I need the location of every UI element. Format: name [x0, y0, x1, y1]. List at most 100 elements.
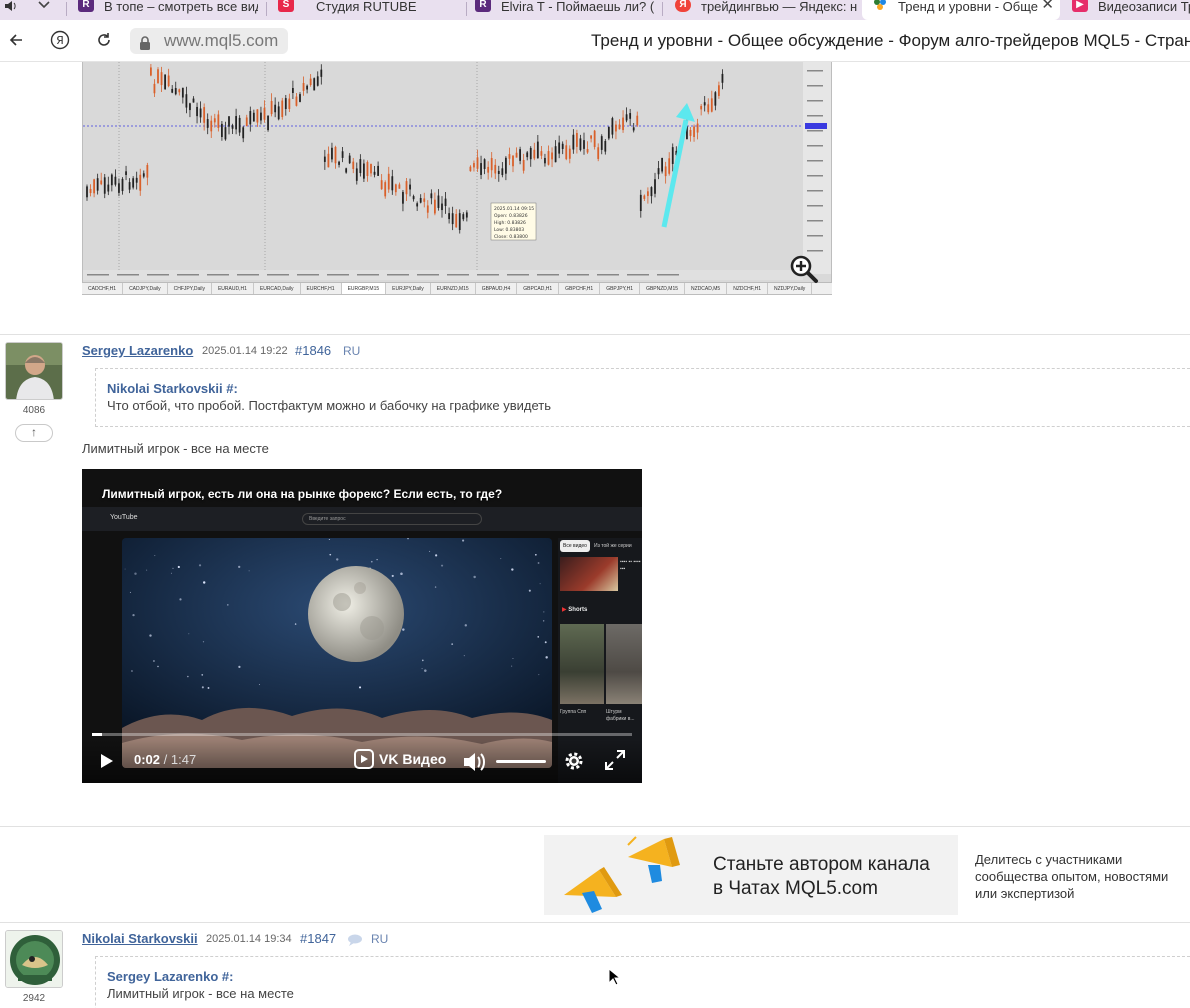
tab-vk-video[interactable]: ▶ Видеозаписи Тр — [1062, 0, 1190, 20]
mouse-cursor — [608, 967, 622, 991]
price-tick — [807, 190, 823, 192]
post-number-link[interactable]: #1846 — [295, 343, 331, 358]
candle-body — [579, 138, 582, 151]
volume-icon[interactable] — [462, 751, 486, 778]
candle-body — [536, 141, 539, 159]
candle-body — [597, 147, 600, 159]
volume-slider[interactable] — [496, 760, 546, 763]
tab-mql5-forum[interactable]: Тренд и уровни - Общее о ✕ — [862, 0, 1060, 20]
video-progress-bar[interactable] — [92, 733, 632, 736]
star — [400, 572, 403, 576]
avatar[interactable] — [5, 342, 63, 400]
youtube-logo: YouTube — [110, 514, 138, 521]
fullscreen-icon[interactable] — [604, 749, 626, 776]
post-number-link[interactable]: #1847 — [300, 931, 336, 946]
chart-symbol-tab[interactable]: EURCHF,H1 — [301, 283, 342, 294]
chart-symbol-tab[interactable]: GBPCHF,H1 — [559, 283, 601, 294]
chart-symbol-tab[interactable]: EURCAD,Daily — [254, 283, 301, 294]
star — [434, 586, 437, 588]
zoom-in-icon[interactable] — [789, 254, 819, 284]
post-author-link[interactable]: Sergey Lazarenko — [82, 343, 193, 358]
chart-screenshot[interactable]: 2025.01.14 09:15 Open: 0.83826 High: 0.838… — [82, 62, 832, 295]
chart-symbol-tab[interactable]: GBPNZD,M15 — [640, 283, 686, 294]
video-frame-caption: Группа Спп — [560, 709, 587, 715]
yandex-icon: Я — [675, 0, 691, 12]
chart-symbol-tab[interactable]: CADCHF,H1 — [82, 283, 124, 294]
video-player[interactable]: YouTube Введите запрос Лимитный игрок, е… — [82, 469, 642, 783]
browser-tab-strip: R В топе – смотреть все видео S Студия R… — [0, 0, 1190, 20]
play-button[interactable] — [98, 753, 114, 774]
tab-rutube-top[interactable]: R В топе – смотреть все видео — [68, 0, 258, 20]
forum-thread: 2025.01.14 09:15 Open: 0.83826 High: 0.838… — [0, 62, 1190, 1008]
post-divider — [0, 334, 1190, 335]
vk-video-logo[interactable]: VK Видео — [354, 749, 446, 769]
star — [227, 604, 229, 606]
yandex-browser-icon[interactable]: Я — [48, 28, 72, 52]
tab-list-chevron-icon[interactable] — [32, 0, 58, 20]
candle-body — [476, 157, 479, 169]
candle-body — [434, 199, 436, 214]
chart-symbol-tab[interactable]: NZDCHF,H1 — [727, 283, 768, 294]
audio-icon[interactable] — [0, 0, 28, 20]
candle-body — [157, 69, 159, 84]
candle-body — [174, 88, 177, 95]
chart-symbol-tab[interactable]: EURJPY,Daily — [386, 283, 431, 294]
chart-symbol-tab[interactable]: CADJPY,Daily — [123, 283, 168, 294]
candle-body — [199, 108, 202, 118]
chart-symbol-tab[interactable]: EURNZD,M15 — [431, 283, 476, 294]
tab-elvira[interactable]: R Elvira T - Поймаешь ли? ( — [465, 0, 660, 20]
time-tick — [387, 274, 409, 276]
video-title[interactable]: Лимитный игрок, есть ли она на рынке фор… — [102, 487, 502, 501]
back-button[interactable] — [4, 28, 28, 52]
chart-symbol-tab[interactable]: GBPCAD,H1 — [517, 283, 560, 294]
star — [528, 589, 531, 592]
candle-body — [430, 193, 433, 199]
candle-body — [359, 159, 362, 174]
time-tick — [477, 274, 499, 276]
candle-body — [590, 135, 592, 139]
candle-body — [689, 129, 692, 136]
close-tab-icon[interactable]: ✕ — [1041, 0, 1054, 12]
star — [329, 553, 332, 556]
chart-symbol-tab[interactable]: NZDCAD,M5 — [685, 283, 728, 294]
candle-body — [629, 113, 632, 119]
candle-body — [568, 148, 571, 159]
chart-symbol-tab[interactable]: GBPJPY,H1 — [600, 283, 641, 294]
candle-body — [576, 132, 578, 147]
chart-symbol-tab[interactable]: EURGBP,M15 — [341, 283, 387, 294]
upvote-button[interactable]: ↑ — [15, 424, 53, 442]
reload-button[interactable] — [92, 28, 116, 52]
avatar[interactable] — [5, 930, 63, 988]
chats-promo-banner[interactable]: Станьте автором канала в Чатах MQL5.com — [544, 835, 958, 915]
candle-body — [256, 109, 259, 123]
candle-body — [203, 107, 206, 123]
tab-rutube-studio[interactable]: S Студия RUTUBE — [268, 0, 458, 20]
tab-yandex-search[interactable]: Я трейдингвью — Яндекс: н — [665, 0, 857, 20]
quote-author-link[interactable]: Sergey Lazarenko — [107, 969, 218, 984]
candle-body — [586, 149, 589, 153]
chart-symbol-tab[interactable]: EURAUD,H1 — [212, 283, 254, 294]
tooltip-line: Close: 0.83800 — [494, 234, 528, 240]
price-tick — [807, 220, 823, 222]
settings-gear-icon[interactable] — [562, 749, 586, 778]
candle-body — [451, 213, 454, 225]
candle-body — [150, 67, 152, 76]
url-field[interactable]: www.mql5.com — [130, 28, 288, 54]
chart-symbol-tab[interactable]: NZDJPY,Daily — [768, 283, 813, 294]
post-author-link[interactable]: Nikolai Starkovskii — [82, 931, 198, 946]
comment-icon[interactable] — [347, 933, 363, 951]
candle-body — [103, 177, 106, 194]
chart-symbol-tab[interactable]: CHFJPY,Daily — [168, 283, 212, 294]
star — [207, 687, 210, 689]
candle-body — [600, 136, 603, 150]
time-tick — [447, 274, 469, 276]
quote-author-link[interactable]: Nikolai Starkovskii — [107, 381, 223, 396]
star — [248, 570, 250, 572]
chart-symbol-tab[interactable]: GBPAUD,H4 — [476, 283, 518, 294]
candle-body — [242, 127, 245, 139]
candle-body — [639, 194, 642, 212]
candle-body — [405, 181, 408, 195]
candle-body — [352, 161, 355, 169]
star — [402, 628, 405, 631]
star — [134, 572, 137, 575]
